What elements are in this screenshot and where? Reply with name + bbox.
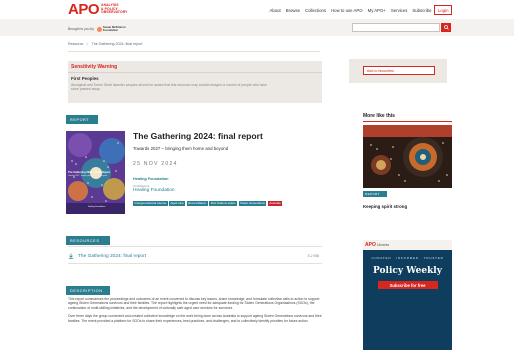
ad-header: APO Libraries [363, 240, 452, 250]
nav-about[interactable]: About [269, 8, 280, 13]
report-section-label: REPORT [66, 115, 98, 124]
add-to-favourites-button[interactable]: Add to favourites [363, 66, 435, 75]
publisher-link[interactable]: Healing Foundation [133, 177, 168, 181]
nav-how-to-use[interactable]: How to use APO [331, 8, 363, 13]
login-button[interactable]: Login [434, 5, 452, 15]
resource-size: 5.2 MB [307, 254, 319, 258]
tag[interactable]: Intergenerational trauma [133, 201, 168, 207]
more-like-this-heading: More like this [363, 113, 395, 119]
related-item-title[interactable]: Keeping spirit strong [363, 204, 407, 209]
sensitivity-title: Sensitivity Warning [71, 64, 118, 70]
tag[interactable]: Stolen Generations [238, 201, 267, 207]
search-input[interactable] [352, 23, 440, 32]
foundation-logo[interactable]: Susan McKinnon Foundation [96, 26, 126, 32]
search-button[interactable] [441, 23, 451, 32]
nav-my-apo[interactable]: My APO+ [368, 8, 386, 13]
sensitivity-subtitle: First Peoples [71, 76, 99, 81]
main-nav: About Browse Collections How to use APO … [264, 5, 452, 15]
description-text: This report summarises the proceedings a… [68, 297, 324, 327]
related-item-image[interactable] [363, 125, 452, 188]
search-icon [443, 25, 449, 30]
tag[interactable]: Aged care [169, 201, 186, 207]
brought-label: Brought to you by [68, 27, 94, 31]
divider [68, 246, 322, 247]
ad-title: Policy Weekly [373, 266, 442, 276]
report-title: The Gathering 2024: final report [133, 131, 263, 141]
site-header: APO ANALYSIS & POLICY OBSERVATORY About … [0, 0, 514, 19]
subscribe-button[interactable]: Subscribe for free [377, 281, 438, 289]
download-icon [68, 253, 74, 259]
ad-logo: APO [365, 242, 376, 248]
nav-browse[interactable]: Browse [286, 8, 300, 13]
policy-weekly-ad[interactable]: APO Libraries CURATED · INFORMED · TRUST… [363, 240, 452, 350]
nav-subscribe[interactable]: Subscribe [412, 8, 431, 13]
foundation-name: Susan McKinnon Foundation [103, 26, 126, 32]
resources-section-label: RESOURCES [66, 236, 110, 245]
cover-brand: Healing Foundation [88, 206, 106, 208]
apo-logo[interactable]: APO ANALYSIS & POLICY OBSERVATORY [68, 2, 128, 17]
breadcrumb-separator-icon: > [86, 42, 89, 46]
ad-tagline: CURATED · INFORMED · TRUSTED [371, 256, 444, 260]
sensitivity-header: Sensitivity Warning [68, 61, 322, 73]
description-paragraph: This report summarises the proceedings a… [68, 297, 320, 310]
report-subtitle: Towards 2027 – bringing them home and be… [133, 146, 229, 151]
sensitivity-body: First Peoples Aboriginal and Torres Stra… [68, 73, 322, 94]
logo-line: OBSERVATORY [101, 10, 128, 15]
cover-title: The Gathering 2024 – Final Report [68, 171, 111, 174]
breadcrumb: Resource > The Gathering 2024: final rep… [68, 42, 142, 46]
description-section-label: DESCRIPTION [66, 286, 110, 295]
tag[interactable]: Reconciliation [186, 201, 208, 207]
divider [68, 51, 320, 52]
sensitivity-text: Aboriginal and Torres Strait Islander pe… [71, 82, 267, 91]
tag-geography[interactable]: Australia [267, 201, 283, 207]
cover-subtitle: Towards 2027 – bringing them home and be… [68, 175, 107, 177]
breadcrumb-resource[interactable]: Resource [68, 42, 83, 46]
nav-collections[interactable]: Collections [305, 8, 326, 13]
report-date: 25 NOV 2024 [133, 161, 178, 167]
divider [68, 263, 322, 264]
description-paragraph: Over three days the group connected and … [68, 314, 322, 323]
nav-services[interactable]: Services [391, 8, 407, 13]
logo-subtitle: ANALYSIS & POLICY OBSERVATORY [101, 3, 128, 15]
breadcrumb-current: The Gathering 2024: final report [91, 42, 143, 46]
related-artwork [363, 125, 452, 188]
sponsor: Brought to you by Susan McKinnon Foundat… [68, 26, 126, 32]
related-item-type: REPORT [363, 191, 387, 197]
logo-wordmark: APO [68, 1, 100, 18]
report-cover-image[interactable]: The Gathering 2024 – Final Report Toward… [66, 131, 125, 214]
contributor-link[interactable]: Healing Foundation [133, 188, 175, 193]
foundation-line: Foundation [102, 28, 119, 32]
ad-libraries: Libraries [376, 243, 390, 247]
heading-underline [363, 121, 452, 122]
sensitivity-warning: Sensitivity Warning First Peoples Aborig… [68, 61, 322, 103]
tag-list: Intergenerational trauma Aged care Recon… [133, 201, 323, 207]
resource-name[interactable]: The Gathering 2024: final report [78, 254, 308, 259]
tag[interactable]: First Nations elders [209, 201, 238, 207]
foundation-mark-icon [96, 26, 102, 32]
resource-row[interactable]: The Gathering 2024: final report 5.2 MB [68, 251, 322, 261]
